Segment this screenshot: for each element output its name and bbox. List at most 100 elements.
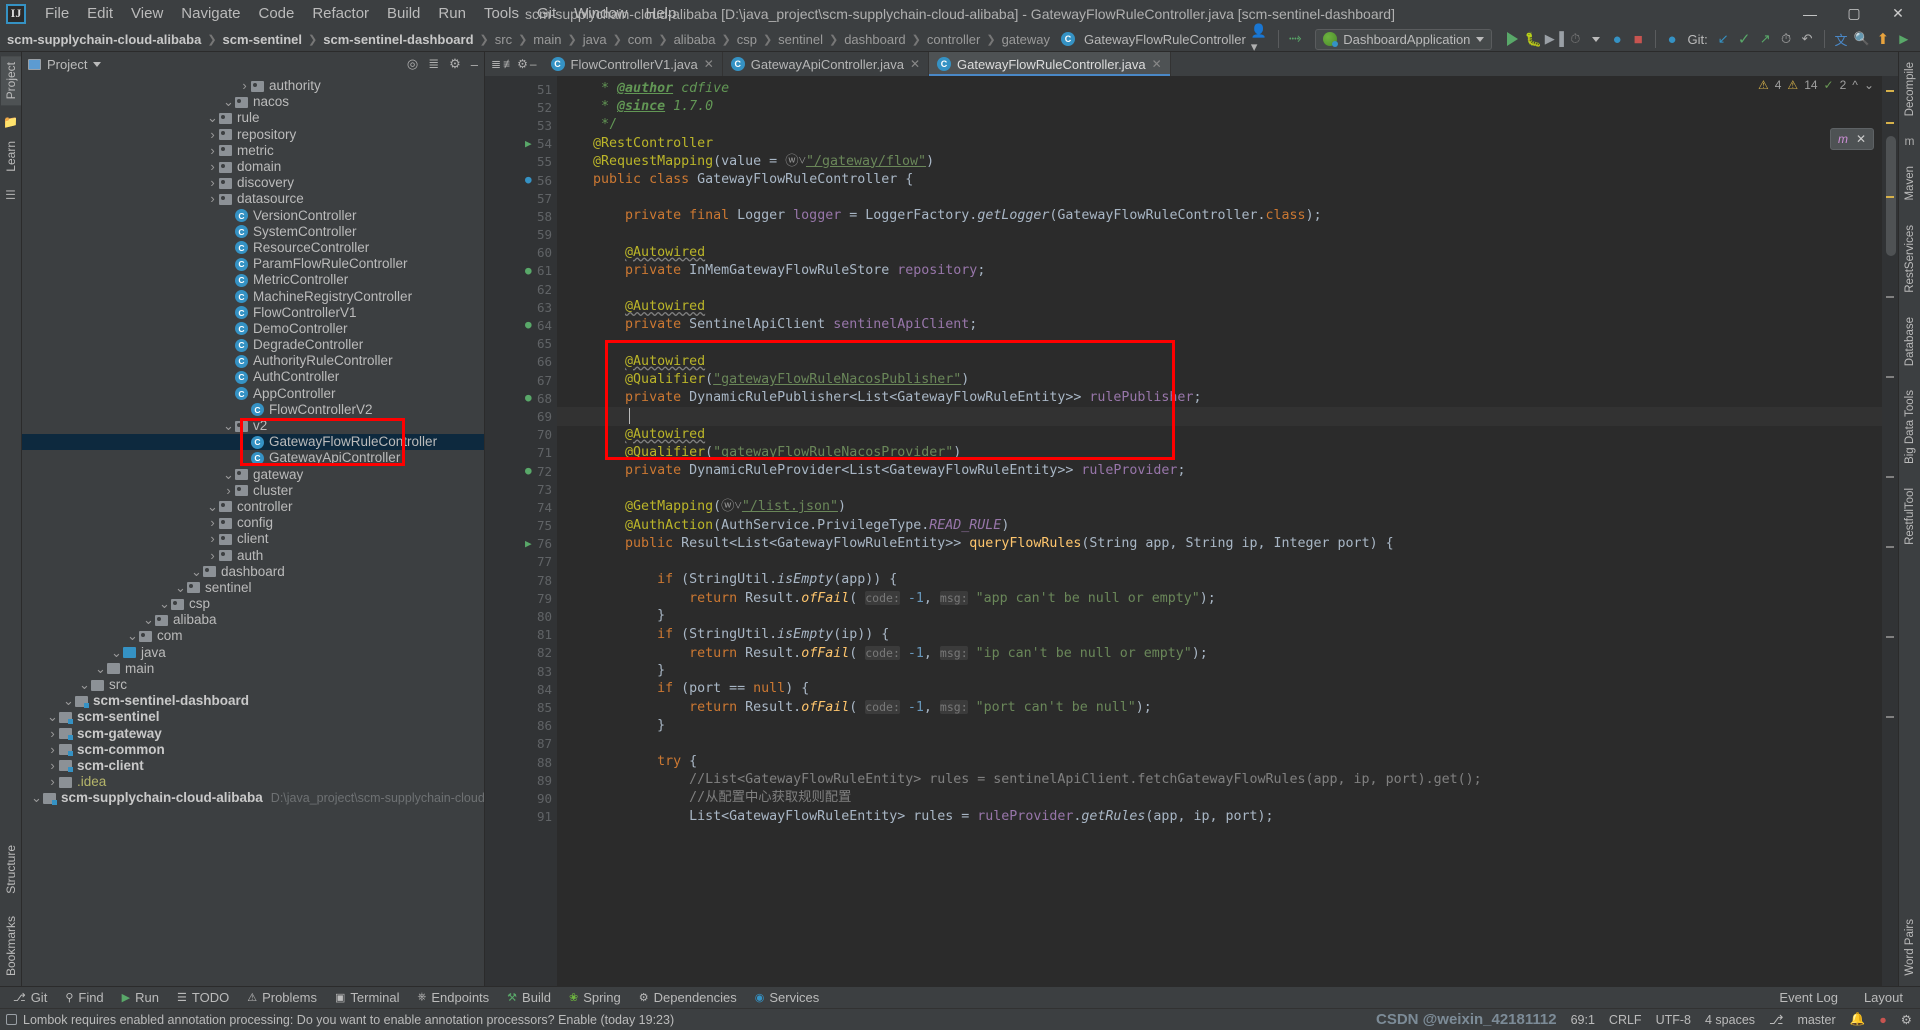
chevron-right-icon[interactable]: › [206, 548, 219, 564]
sidebar-item-project[interactable]: Project [0, 56, 21, 106]
run-with-coverage-button[interactable]: ▶▐ [1544, 28, 1565, 50]
tree-node-v2[interactable]: ⌄ v2 [22, 418, 484, 434]
gutter-line-63[interactable]: 63 [485, 298, 557, 316]
tree-node-SystemController[interactable]: C SystemController [22, 224, 484, 240]
code-line-64[interactable]: private SentinelApiClient sentinelApiCli… [557, 316, 1882, 334]
code-line-63[interactable]: @Autowired [557, 298, 1882, 316]
gutter-line-55[interactable]: 55⊖ [485, 153, 570, 171]
breadcrumb-item-scm-supplychain-cloud-alibaba[interactable]: scm-supplychain-cloud-alibaba [2, 31, 206, 48]
gutter-line-53[interactable]: 53⊖ [485, 116, 570, 134]
menu-item-run[interactable]: Run [429, 3, 475, 24]
code-line-89[interactable]: //List<GatewayFlowRuleEntity> rules = se… [557, 771, 1882, 789]
chevron-down-icon[interactable]: ⌄ [222, 468, 235, 481]
bottom-tab-services[interactable]: ◉ Services [746, 990, 828, 1005]
gutter-line-80[interactable]: 80 [485, 607, 557, 625]
tree-node-src[interactable]: ⌄ src [22, 677, 484, 693]
gutter-bean-arrow-icon[interactable]: ● [525, 391, 539, 405]
gutter-line-71[interactable]: 71⊖ [485, 444, 570, 462]
code-line-71[interactable]: @Qualifier("gatewayFlowRuleNacosProvider… [557, 444, 1882, 462]
tree-node-FlowControllerV2[interactable]: C FlowControllerV2 [22, 402, 484, 418]
code-line-88[interactable]: try { [557, 753, 1882, 771]
gutter-line-86[interactable]: 86⊖ [485, 717, 570, 735]
gutter-line-87[interactable]: 87 [485, 735, 557, 753]
chevron-right-icon[interactable]: › [222, 483, 235, 499]
gutter-bean-icon[interactable]: ● [525, 173, 539, 187]
tree-node-MachineRegistryController[interactable]: C MachineRegistryController [22, 288, 484, 304]
gutter-bean-arrow-icon[interactable]: ● [525, 318, 539, 332]
run-button[interactable] [1502, 28, 1523, 50]
gutter-line-90[interactable]: 90 [485, 789, 557, 807]
tree-node-FlowControllerV1[interactable]: C FlowControllerV1 [22, 305, 484, 321]
search-everywhere-icon[interactable]: 🔍 [1851, 28, 1872, 50]
bottom-tab-todo[interactable]: ☰ TODO [168, 990, 238, 1005]
error-badge[interactable]: ● [1879, 1013, 1887, 1027]
commit-icon[interactable]: 📁 [3, 115, 18, 129]
chevron-right-icon[interactable]: › [46, 726, 59, 742]
user-avatar-icon[interactable]: 👤▾ [1251, 23, 1272, 54]
code-line-87[interactable] [557, 735, 1882, 753]
breadcrumb-item-dashboard[interactable]: dashboard [839, 31, 910, 48]
gutter-line-59[interactable]: 59 [485, 226, 557, 244]
sidebar-item-database[interactable]: Database [1901, 311, 1919, 372]
tree-node-DegradeController[interactable]: C DegradeController [22, 337, 484, 353]
line-separator[interactable]: CRLF [1609, 1013, 1642, 1027]
menu-item-code[interactable]: Code [249, 3, 303, 24]
tree-node-discovery[interactable]: › discovery [22, 175, 484, 191]
chevron-down-icon[interactable]: ⌄ [62, 694, 75, 707]
gutter-line-84[interactable]: 84⊖ [485, 680, 570, 698]
chevron-down-icon[interactable]: ⌄ [1864, 78, 1874, 92]
bottom-tab-run[interactable]: ▶ Run [113, 990, 168, 1005]
sidebar-item-decompile[interactable]: Decompile [1901, 56, 1919, 122]
tree-node-scm-sentinel[interactable]: ⌄ scm-sentinel [22, 709, 484, 725]
chevron-right-icon[interactable]: › [206, 127, 219, 143]
marker-info[interactable] [1886, 376, 1894, 378]
chevron-right-icon[interactable]: › [238, 78, 251, 94]
code-line-56[interactable]: public class GatewayFlowRuleController { [557, 171, 1882, 189]
bottom-tab-terminal[interactable]: ▣ Terminal [326, 990, 409, 1005]
tree-node-AuthorityRuleController[interactable]: C AuthorityRuleController [22, 353, 484, 369]
chevron-down-icon[interactable]: ⌄ [158, 597, 171, 610]
tree-node-gateway[interactable]: ⌄ gateway [22, 467, 484, 483]
code-line-57[interactable] [557, 189, 1882, 207]
code-line-90[interactable]: //从配置中心获取规则配置 [557, 789, 1882, 807]
code-line-54[interactable]: @RestController [557, 135, 1882, 153]
chevron-right-icon[interactable]: › [46, 758, 59, 774]
undo-icon[interactable]: ↶ [1797, 28, 1818, 50]
tree-node-domain[interactable]: › domain [22, 159, 484, 175]
tree-node-java[interactable]: ⌄ java [22, 645, 484, 661]
breadcrumb-item-scm-sentinel-dashboard[interactable]: scm-sentinel-dashboard [318, 31, 478, 48]
tree-node-metric[interactable]: › metric [22, 143, 484, 159]
tree-node-main[interactable]: ⌄ main [22, 661, 484, 677]
tree-node-MetricController[interactable]: C MetricController [22, 272, 484, 288]
chevron-down-icon[interactable]: ⌄ [190, 565, 203, 578]
gutter-line-57[interactable]: 57 [485, 189, 557, 207]
translate-icon[interactable]: 文 [1830, 28, 1851, 50]
code-editor[interactable]: 515253⊖54▶⊖55⊖56●5758596061●626364●6566⊖… [485, 76, 1898, 986]
breadcrumb-item-scm-sentinel[interactable]: scm-sentinel [218, 31, 307, 48]
gutter-line-67[interactable]: 67⊖ [485, 371, 570, 389]
profiler-button[interactable]: ⏱ [1565, 28, 1586, 50]
gutter-line-77[interactable]: 77 [485, 553, 557, 571]
bottom-tab-git[interactable]: ⎇ Git [4, 990, 56, 1005]
menu-item-tools[interactable]: Tools [475, 3, 528, 24]
marker-info[interactable] [1886, 636, 1894, 638]
tree-node-scm-sentinel-dashboard[interactable]: ⌄ scm-sentinel-dashboard [22, 693, 484, 709]
code-line-61[interactable]: private InMemGatewayFlowRuleStore reposi… [557, 262, 1882, 280]
chevron-down-icon[interactable]: ⌄ [174, 581, 187, 594]
tree-node-sentinel[interactable]: ⌄ sentinel [22, 580, 484, 596]
breadcrumb-item-controller[interactable]: controller [922, 31, 985, 48]
chevron-down-icon[interactable]: ⌄ [78, 678, 91, 691]
chevron-down-icon[interactable]: ⌄ [126, 629, 139, 642]
code-line-76[interactable]: public Result<List<GatewayFlowRuleEntity… [557, 535, 1882, 553]
sidebar-item-bigdatatools[interactable]: Big Data Tools [1901, 384, 1919, 470]
event-log-button[interactable]: Event Log [1770, 990, 1847, 1005]
layout-button[interactable]: Layout [1855, 990, 1912, 1005]
tree-node-auth[interactable]: › auth [22, 547, 484, 563]
caret-position[interactable]: 69:1 [1571, 1013, 1595, 1027]
tree-node-controller[interactable]: ⌄ controller [22, 499, 484, 515]
tree-node-csp[interactable]: ⌄ csp [22, 596, 484, 612]
git-pull-icon[interactable]: ↙ [1713, 28, 1734, 50]
marker-info[interactable] [1886, 546, 1894, 548]
build-hammer-icon[interactable]: ⤑ [1285, 28, 1306, 50]
inspection-widget[interactable]: ⚠ 4 ⚠ 14 ✓ 2 ^ ⌄ [1758, 78, 1874, 92]
